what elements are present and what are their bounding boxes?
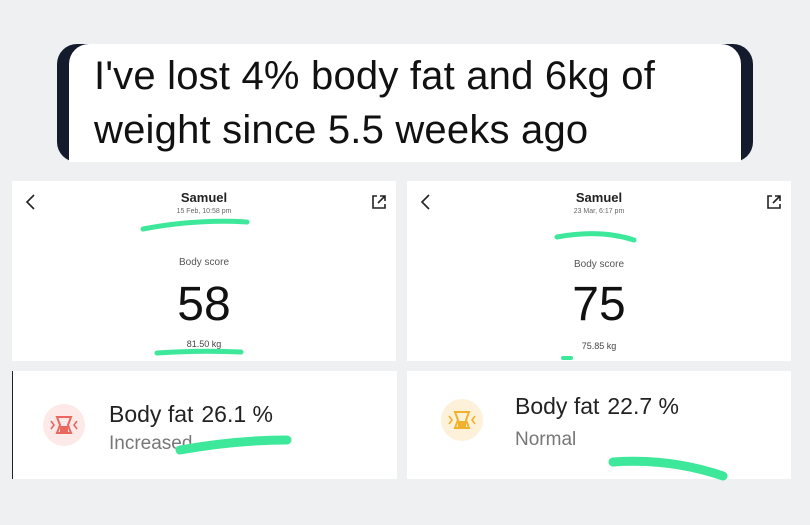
body-fat-heading: Body fat 26.1 % bbox=[109, 401, 273, 428]
after-score-card: Samuel 23 Mar, 6:17 pm Body score 75 75.… bbox=[407, 181, 791, 361]
user-name: Samuel bbox=[575, 190, 623, 205]
weight-value: 81.50 kg bbox=[186, 339, 222, 349]
share-external-icon[interactable] bbox=[370, 193, 388, 211]
body-score-label: Body score bbox=[178, 257, 230, 268]
body-fat-icon bbox=[441, 399, 483, 441]
caption-line-1: I've lost 4% body fat and 6kg of bbox=[94, 54, 656, 98]
before-body-fat-card[interactable]: Body fat 26.1 % Increased bbox=[12, 371, 397, 479]
body-score-value: 75 bbox=[572, 278, 626, 331]
body-fat-value: 26.1 % bbox=[201, 401, 273, 427]
caption-line-2: weight since 5.5 weeks ago bbox=[94, 108, 589, 152]
weight-value: 75.85 kg bbox=[581, 341, 617, 351]
share-external-icon[interactable] bbox=[765, 193, 783, 211]
body-fat-status: Increased bbox=[109, 433, 193, 454]
caption-text: I've lost 4% body fat and 6kg of weight … bbox=[94, 49, 744, 157]
after-body-fat-card[interactable]: Body fat 22.7 % Normal bbox=[407, 371, 791, 479]
body-score-label: Body score bbox=[573, 259, 625, 270]
body-fat-status: Normal bbox=[515, 429, 577, 450]
measurement-date: 15 Feb, 10:58 pm bbox=[176, 208, 232, 215]
body-score-value: 58 bbox=[177, 278, 231, 331]
before-score-card: Samuel 15 Feb, 10:58 pm Body score 58 81… bbox=[12, 181, 396, 361]
body-fat-label: Body fat bbox=[515, 393, 600, 419]
measurement-date: 23 Mar, 6:17 pm bbox=[573, 208, 625, 215]
user-name: Samuel bbox=[180, 190, 228, 205]
body-fat-label: Body fat bbox=[109, 401, 194, 427]
body-fat-value: 22.7 % bbox=[607, 393, 679, 419]
body-fat-icon bbox=[43, 404, 85, 446]
body-fat-heading: Body fat 22.7 % bbox=[515, 393, 679, 420]
